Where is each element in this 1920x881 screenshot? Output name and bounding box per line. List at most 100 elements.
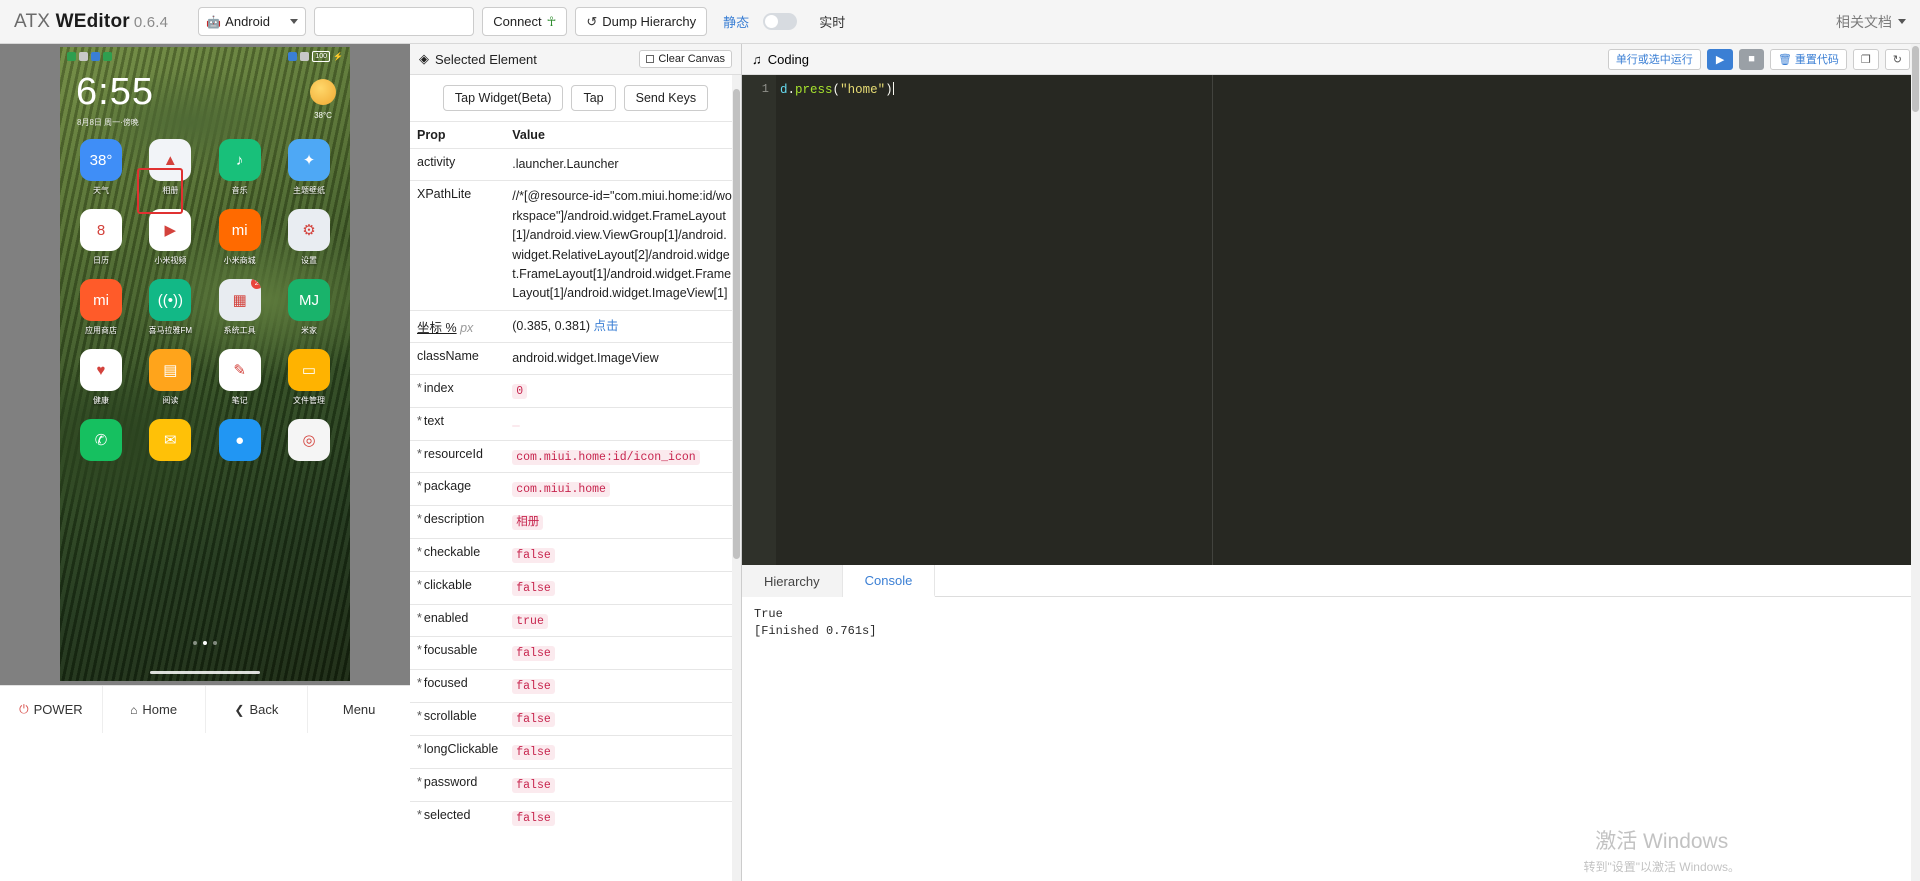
app-icon[interactable]: ▦ 2 系统工具 <box>209 279 271 336</box>
refresh-code-button[interactable]: ↻ <box>1884 48 1910 70</box>
property-value-text: //*[@resource-id="com.miui.home:id/works… <box>512 189 732 301</box>
asterisk-icon: * <box>417 643 422 658</box>
app-icon[interactable]: ((•)) 喜马拉雅FM <box>139 279 201 336</box>
platform-select[interactable]: 🤖 Android <box>198 7 307 36</box>
reset-code-button[interactable]: 🗑 重置代码 <box>1769 48 1847 70</box>
app-icon[interactable]: ▤ 阅读 <box>139 349 201 406</box>
target-icon: ◈ <box>419 51 429 66</box>
copy-code-button[interactable]: ❐ <box>1852 48 1879 70</box>
code-token-object: d <box>780 83 788 97</box>
app-icon[interactable]: ✎ 笔记 <box>209 349 271 406</box>
property-key: * index <box>410 374 506 408</box>
connect-button[interactable]: Connect ☥ <box>482 7 568 36</box>
app-icon[interactable]: mi 应用商店 <box>70 279 132 336</box>
code-content[interactable]: d.press("home") <box>776 75 1920 565</box>
console-scrollbar[interactable] <box>1911 44 1920 881</box>
run-selection-button[interactable]: 单行或选中运行 <box>1607 48 1701 70</box>
table-row: * package com.miui.home <box>410 472 741 506</box>
app-icon[interactable]: 8 日历 <box>70 209 132 266</box>
app-icon[interactable]: MJ 米家 <box>278 279 340 336</box>
app-icon[interactable]: ⚙ 设置 <box>278 209 340 266</box>
property-key: className <box>410 341 506 375</box>
asterisk-icon: * <box>417 807 422 822</box>
property-key-label: description <box>423 512 485 527</box>
coord-unit-percent[interactable]: % <box>442 321 456 335</box>
clear-canvas-button[interactable]: Clear Canvas <box>639 50 732 68</box>
property-key: * scrollable <box>410 702 506 736</box>
property-value-code: false <box>512 712 555 728</box>
scrollbar-thumb[interactable] <box>1912 46 1919 112</box>
device-back-button[interactable]: ❮ Back <box>206 686 309 733</box>
back-icon: ❮ <box>234 702 245 717</box>
properties-scrollbar[interactable] <box>732 75 741 881</box>
device-menu-button[interactable]: Menu <box>308 686 410 733</box>
app-icon[interactable]: ▲ 相册 <box>139 139 201 196</box>
property-key: * focused <box>410 669 506 703</box>
live-mode-toggle[interactable] <box>763 13 798 30</box>
app-icon[interactable]: ✦ 主题壁纸 <box>278 139 340 196</box>
app-icon[interactable]: ◎ <box>278 419 340 465</box>
bluetooth-icon <box>91 51 100 61</box>
app-icon-glyph: mi <box>80 279 122 321</box>
tab-hierarchy[interactable]: Hierarchy <box>742 565 843 597</box>
code-editor[interactable]: 1 d.press("home") <box>742 75 1920 565</box>
coord-unit-px[interactable]: px <box>457 321 473 335</box>
mode-live-label[interactable]: 实时 <box>819 12 845 31</box>
column-prop: Prop <box>410 121 506 149</box>
output-tabs: Hierarchy Console <box>742 565 1920 597</box>
app-icon[interactable]: ♪ 音乐 <box>209 139 271 196</box>
send-keys-button[interactable]: Send Keys <box>623 85 709 111</box>
app-icon[interactable]: ▭ 文件管理 <box>278 349 340 406</box>
app-icon-grid: 38° 天气 ▲ 相册 ♪ 音乐 ✦ 主题壁纸 8 日历 ▶ 小米视频 mi 小米商城 ⚙ 设置 mi 应用商店 (… <box>70 139 340 478</box>
property-value: .launcher.Launcher <box>505 147 741 181</box>
weather-widget[interactable]: 38°C <box>310 79 336 120</box>
table-row: * focused false <box>410 669 741 703</box>
connect-label: Connect <box>493 14 542 29</box>
stop-button[interactable]: ■ <box>1739 48 1764 70</box>
run-button[interactable]: ▶ <box>1706 48 1734 70</box>
app-icon[interactable]: ✉ <box>139 419 201 465</box>
app-icon[interactable]: 38° 天气 <box>70 139 132 196</box>
dump-hierarchy-button[interactable]: ↺ Dump Hierarchy <box>575 7 708 36</box>
line-number-gutter: 1 <box>742 75 776 565</box>
table-row: * selected false <box>410 800 741 834</box>
android-icon: 🤖 <box>206 14 222 29</box>
app-icon[interactable]: ♥ 健康 <box>70 349 132 406</box>
mode-static-label[interactable]: 静态 <box>723 12 749 31</box>
asterisk-icon: * <box>417 381 422 396</box>
property-key: * password <box>410 767 506 801</box>
scrollbar-thumb[interactable] <box>733 89 740 559</box>
app-icon[interactable]: mi 小米商城 <box>209 209 271 266</box>
app-icon[interactable]: ✆ <box>70 419 132 465</box>
coding-header: ♫ Coding 单行或选中运行 ▶ ■ 🗑 重置代码 ❐ ↻ <box>742 44 1920 75</box>
app-icon[interactable]: ▶ 小米视频 <box>139 209 201 266</box>
table-row: * checkable false <box>410 538 741 572</box>
tap-widget-button[interactable]: Tap Widget(Beta) <box>442 85 564 111</box>
home-indicator <box>150 671 260 674</box>
table-row: * longClickable false <box>410 734 741 769</box>
property-key-label: selected <box>423 807 471 822</box>
property-value-code: 0 <box>512 384 528 400</box>
property-value: com.miui.home <box>505 472 741 506</box>
app-icon-label: 设置 <box>300 256 317 265</box>
app-icon[interactable]: ● <box>209 419 271 465</box>
property-key: * resourceId <box>410 439 506 473</box>
property-key-label: focusable <box>423 643 478 658</box>
status-right-group: 100 ⚡ <box>288 50 343 62</box>
wifi-icon <box>103 51 112 61</box>
tap-button[interactable]: Tap <box>571 85 616 111</box>
console-output: True [Finished 0.761s] <box>742 597 1920 881</box>
device-screen[interactable]: 100 ⚡ 6:55 8月8日 周一·傍晚 38°C 38° 天气 ▲ 相册 ♪ 音乐 ✦ 主… <box>60 47 350 681</box>
coding-panel: ♫ Coding 单行或选中运行 ▶ ■ 🗑 重置代码 ❐ ↻ 1 d.pres… <box>742 44 1920 881</box>
app-icon-glyph: ♪ <box>218 139 261 181</box>
clear-canvas-label: Clear Canvas <box>658 53 725 65</box>
docs-menu[interactable]: 相关文档 <box>1836 12 1906 32</box>
device-serial-input[interactable] <box>314 7 475 36</box>
device-home-button[interactable]: ⌂ Home <box>103 686 206 733</box>
coordinate-tap-link[interactable]: 点击 <box>594 319 619 333</box>
app-icon-glyph: ▦ 2 <box>218 279 261 321</box>
table-row: * clickable false <box>410 570 741 605</box>
code-token-string: "home" <box>840 83 886 97</box>
tab-console[interactable]: Console <box>842 565 936 597</box>
device-power-button[interactable]: ⏻ POWER <box>0 686 103 733</box>
